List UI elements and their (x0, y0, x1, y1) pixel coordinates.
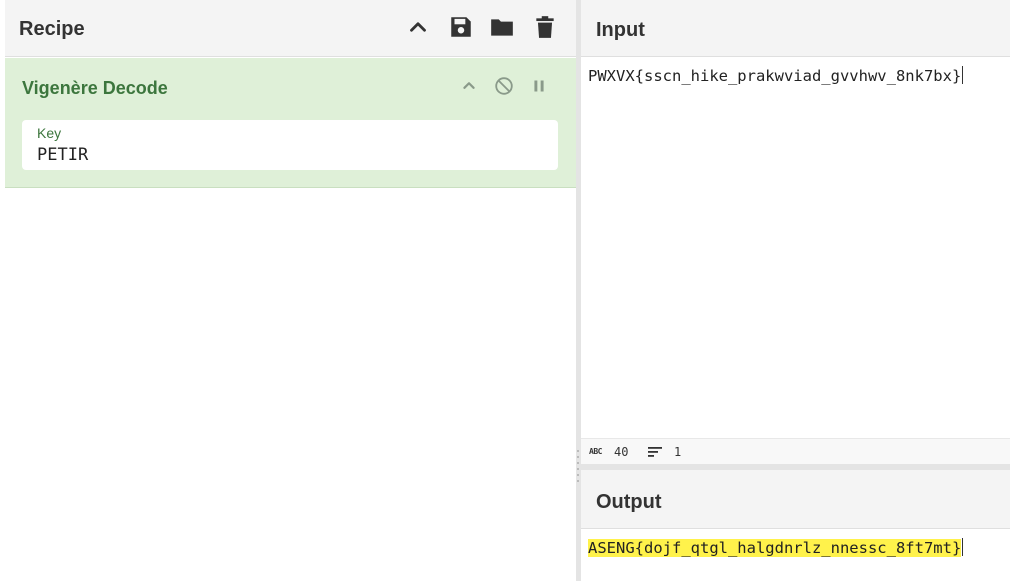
collapse-operation-icon[interactable] (458, 75, 480, 97)
output-textarea[interactable]: ASENG{dojf_qtgl_halgdnrlz_nnessc_8ft7mt} (581, 529, 1010, 581)
key-input[interactable]: PETIR (37, 145, 88, 165)
disable-operation-icon[interactable] (493, 75, 515, 97)
input-value: PWXVX{sscn_hike_prakwviad_gvvhwv_8nk7bx} (588, 67, 962, 85)
lines-icon (648, 447, 662, 457)
operation-card: Vigenère Decode Key PETIR (5, 58, 576, 188)
recipe-title: Recipe (19, 18, 85, 40)
output-header: Output (581, 470, 1010, 529)
operation-title: Vigenère Decode (22, 78, 168, 98)
key-field[interactable]: Key PETIR (22, 120, 558, 170)
key-label: Key (37, 125, 62, 141)
clear-recipe-trash-icon[interactable] (532, 14, 558, 40)
output-value: ASENG{dojf_qtgl_halgdnrlz_nnessc_8ft7mt} (588, 539, 962, 557)
recipe-pane: Recipe Vigenère Decode Key PETIR (0, 0, 576, 581)
output-text[interactable]: ASENG{dojf_qtgl_halgdnrlz_nnessc_8ft7mt} (588, 538, 964, 557)
input-title: Input (596, 19, 645, 41)
output-caret (962, 538, 964, 556)
pause-breakpoint-icon[interactable] (528, 75, 550, 97)
line-count: 1 (674, 445, 682, 459)
output-title: Output (596, 491, 662, 513)
text-caret (962, 66, 964, 84)
input-textarea[interactable]: PWXVX{sscn_hike_prakwviad_gvvhwv_8nk7bx} (581, 57, 1010, 438)
load-recipe-folder-icon[interactable] (489, 14, 515, 40)
recipe-header: Recipe (5, 0, 576, 57)
abc-icon: ABC (589, 447, 602, 456)
save-recipe-icon[interactable] (448, 14, 474, 40)
input-header: Input (581, 0, 1010, 57)
input-status-bar: ABC 40 1 (581, 438, 1010, 464)
collapse-all-icon[interactable] (405, 14, 431, 40)
char-count: 40 (614, 445, 629, 459)
input-text[interactable]: PWXVX{sscn_hike_prakwviad_gvvhwv_8nk7bx} (588, 66, 964, 85)
